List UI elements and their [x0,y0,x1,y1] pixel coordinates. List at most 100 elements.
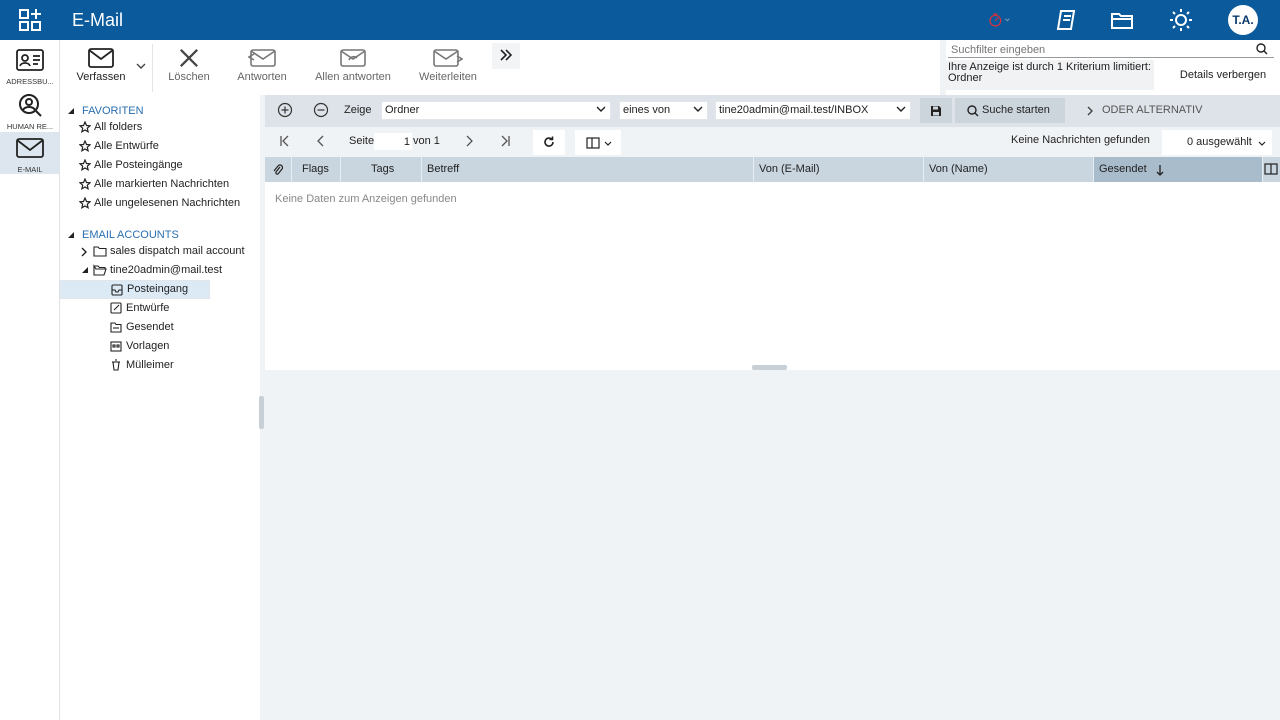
column-from-email[interactable]: Von (E-Mail) [754,157,924,182]
search-input[interactable] [948,42,1274,58]
start-search-button[interactable]: Suche starten [955,98,1065,123]
show-label: Zeige [344,104,372,116]
folder-icon[interactable] [1110,8,1134,32]
notebook-icon[interactable] [1055,8,1079,32]
layout-toggle-button[interactable] [575,130,621,155]
app-human-resources[interactable]: HUMAN RE... [0,89,60,133]
reply-icon [248,49,276,67]
star-icon [79,121,91,133]
paperclip-icon [273,164,283,175]
chevron-right-icon [81,247,87,257]
star-icon [79,197,91,209]
add-filter-icon[interactable] [277,102,293,118]
favorite-all-inboxes[interactable]: Alle Posteingänge [60,156,260,175]
filter-criteria-info: Ihre Anzeige ist durch 1 Kriterium limit… [946,60,1154,90]
drafts-icon [110,302,122,314]
folder-open-icon [93,264,107,276]
filter-value-select[interactable]: tine20admin@mail.test/INBOX [715,101,911,120]
column-from-name[interactable]: Von (Name) [924,157,1094,182]
search-filter-panel: Ihre Anzeige ist durch 1 Kriterium limit… [946,40,1280,95]
save-filter-button[interactable] [920,98,952,123]
account-tine20admin[interactable]: tine20admin@mail.test [60,261,260,280]
star-icon [79,140,91,152]
column-tags[interactable]: Tags [341,157,422,182]
favorite-all-folders[interactable]: All folders [60,118,260,137]
toolbar-divider [152,44,153,92]
chevron-down-icon [1258,141,1266,146]
reply-all-icon [340,49,366,67]
addressbook-icon [16,49,44,71]
or-alternative-link[interactable]: ODER ALTERNATIV [1102,104,1202,116]
folder-templates[interactable]: Vorlagen [60,337,260,356]
first-page-icon[interactable] [279,135,291,147]
app-email[interactable]: E-MAIL [0,132,60,174]
compose-label: Verfassen [76,71,126,83]
compose-button[interactable]: Verfassen [70,45,132,93]
folder-sent[interactable]: Gesendet [60,318,260,337]
filter-field-select[interactable]: Ordner [381,101,611,120]
favorite-all-drafts[interactable]: Alle Entwürfe [60,137,260,156]
column-attachment[interactable] [265,157,292,182]
message-grid-header: Flags Tags Betreff Von (E-Mail) Von (Nam… [265,157,1280,182]
forward-label: Weiterleiten [419,71,477,83]
column-subject[interactable]: Betreff [422,157,754,182]
more-actions-button[interactable] [492,43,520,69]
selection-count-dropdown[interactable]: 0 ausgewählt [1162,130,1272,155]
forward-icon [433,49,463,67]
reply-all-button[interactable]: Allen antworten [310,45,396,93]
person-search-icon [19,94,42,117]
message-grid: Keine Daten zum Anzeigen gefunden [265,182,1280,370]
trash-icon [112,359,120,371]
account-sales-dispatch[interactable]: sales dispatch mail account [60,242,260,261]
timer-icon[interactable] [986,8,1010,32]
folder-trash[interactable]: Mülleimer [60,356,260,375]
reply-button[interactable]: Antworten [232,45,292,93]
folder-icon [93,246,107,257]
delete-button[interactable]: Löschen [160,45,218,93]
envelope-icon [88,48,114,68]
chevron-right-icon[interactable] [1087,106,1093,116]
triangle-down-icon [68,232,74,238]
tree-resize-handle[interactable] [259,396,264,429]
chevron-down-icon [693,106,703,112]
last-page-icon[interactable] [499,135,511,147]
column-chooser[interactable] [1263,157,1280,182]
envelope-icon [16,138,44,158]
page-total: von 1 [413,135,440,147]
refresh-icon [544,136,554,147]
app-title: E-Mail [72,10,124,30]
refresh-button[interactable] [533,130,565,155]
chevron-down-icon [604,141,612,146]
filter-operator-select[interactable]: eines von [619,101,708,120]
hide-details-button[interactable]: Details verbergen [1168,66,1278,84]
next-page-icon[interactable] [463,135,475,147]
chevron-down-icon [896,106,906,112]
favorite-all-flagged[interactable]: Alle markierten Nachrichten [60,175,260,194]
main-toolbar: Verfassen Löschen Antworten Allen antwor… [60,40,940,95]
triangle-down-icon [82,267,88,273]
folder-inbox[interactable]: Posteingang [60,280,210,299]
delete-label: Löschen [168,71,210,83]
star-icon [79,178,91,190]
chevron-down-icon [136,63,146,69]
no-messages-status: Keine Nachrichten gefunden [1011,134,1150,146]
app-addressbook[interactable]: ADRESSBU... [0,44,60,88]
search-icon[interactable] [1256,43,1268,55]
user-avatar[interactable]: T.A. [1228,5,1258,35]
forward-button[interactable]: Weiterleiten [414,45,482,93]
star-icon [79,159,91,171]
sun-icon[interactable] [1169,8,1193,32]
column-flags[interactable]: Flags [292,157,341,182]
folder-drafts[interactable]: Entwürfe [60,299,260,318]
previous-page-icon[interactable] [315,135,327,147]
page-number-input[interactable] [374,133,412,150]
triangle-down-icon [68,108,74,114]
remove-filter-icon[interactable] [313,102,329,118]
page-label: Seite [349,135,375,147]
reply-all-label: Allen antworten [315,71,391,83]
apps-grid-icon[interactable] [18,8,42,32]
favorite-all-unread[interactable]: Alle ungelesenen Nachrichten [60,194,260,213]
column-sent[interactable]: Gesendet [1094,157,1263,182]
sent-icon [110,322,122,333]
app-human-resources-label: HUMAN RE... [6,122,54,131]
